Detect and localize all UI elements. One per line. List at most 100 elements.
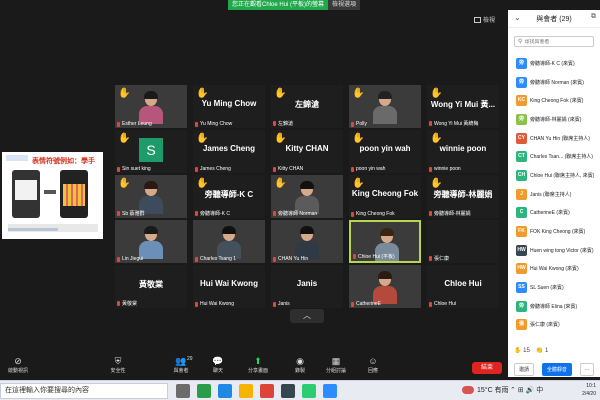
tile-label-text: Hui Wai Kwong xyxy=(200,301,234,307)
participant-row[interactable]: CY CHAN Yu Hin (聯席主持人) xyxy=(508,129,600,148)
participants-title: 與會者 (29) xyxy=(536,15,572,23)
participant-avatar: CH xyxy=(516,169,527,181)
participant-row[interactable]: CT Charles Tsan... (聯席主持人) xyxy=(508,147,600,166)
shared-screen-thumbnail[interactable]: 表情符號例如：學手 xyxy=(2,152,103,239)
tile-display-name: 旁聽導師-林麗娟 xyxy=(433,190,493,199)
participant-video-feed xyxy=(371,91,399,124)
collapse-chevron-icon[interactable]: ⌄ xyxy=(514,13,521,22)
weather-widget[interactable]: 15°C 有雨 xyxy=(462,385,509,395)
mic-muted-icon xyxy=(273,301,276,307)
reactions-button[interactable]: ☺ 回應 xyxy=(355,356,391,374)
tile-display-name: 左錦滄 xyxy=(295,100,319,109)
video-tile[interactable]: Kitty CHAN ✋ Kitty CHAN xyxy=(271,130,343,173)
video-tile[interactable]: S ✋ Sin suet king xyxy=(115,130,187,173)
view-options-button[interactable]: 檢視選項 xyxy=(328,0,361,10)
video-tile[interactable]: CatherineE xyxy=(349,265,421,308)
participant-search-input[interactable] xyxy=(524,38,593,45)
tile-label-text: Chloe Hui xyxy=(434,301,456,307)
line-icon[interactable] xyxy=(302,384,316,398)
wechat-icon[interactable] xyxy=(197,384,211,398)
mute-all-button[interactable]: 全體靜音 xyxy=(541,363,572,376)
participant-search[interactable]: ⚲ xyxy=(514,36,594,47)
video-tile[interactable]: Janis Janis xyxy=(271,265,343,308)
video-tile[interactable]: Charles Tsang 1 xyxy=(193,220,265,263)
video-tile[interactable]: Lin Jiegui xyxy=(115,220,187,263)
video-tile[interactable]: James Cheng ✋ James Cheng xyxy=(193,130,265,173)
chat-button[interactable]: 💬 聊天 xyxy=(200,356,236,374)
taskbar-clock[interactable]: 10:1 2/4/20 xyxy=(566,382,596,398)
participant-row[interactable]: KC King Cheong Fok (來賓) xyxy=(508,91,600,110)
share-screen-button[interactable]: ⬆ 分享畫面 xyxy=(240,356,276,374)
video-tile[interactable]: Wong Yi Mui 黃... ✋ Wong Yi Mui 黃綺梅 xyxy=(427,85,499,128)
gallery-page-nav[interactable]: ︿ xyxy=(290,309,324,323)
participant-row[interactable]: 旁旁聽導師 Norman (來賓) xyxy=(508,73,600,92)
video-tile[interactable]: 黃敬棠 黃敬棠 xyxy=(115,265,187,308)
edge-icon[interactable] xyxy=(218,384,232,398)
participant-row[interactable]: 張張仁康 (來賓) xyxy=(508,316,600,335)
participant-row[interactable]: HW Huen wing tong Victor (來賓) xyxy=(508,241,600,260)
video-tile[interactable]: Hui Wai Kwong Hui Wai Kwong xyxy=(193,265,265,308)
participant-row[interactable]: HW Hui Wai Kwong (來賓) xyxy=(508,260,600,279)
video-tile[interactable]: CHAN Yu Hin xyxy=(271,220,343,263)
video-tile[interactable]: Chloe Hui Chloe Hui xyxy=(427,265,499,308)
participant-row[interactable]: J Janis (聯席主持人) xyxy=(508,185,600,204)
video-tile[interactable]: 旁聽導師-林麗娟 ✋ 旁聽導師-林麗娟 xyxy=(427,175,499,218)
participant-row[interactable]: CH Chloe Hui (聯席主持人, 來賓) xyxy=(508,166,600,185)
tile-label-text: Yu Ming Chow xyxy=(200,121,233,127)
record-button[interactable]: ◉ 錄製 xyxy=(282,356,318,374)
participant-row[interactable]: 旁旁聽導師-林麗娟 (來賓) xyxy=(508,110,600,129)
chrome-icon[interactable] xyxy=(260,384,274,398)
taskbar-search[interactable]: 在這裡輸入你要搜尋的內容 xyxy=(0,383,168,399)
video-tile[interactable]: 左錦滄 ✋ 左錦滄 xyxy=(271,85,343,128)
screen-share-banner: 您正在觀看Chloe Hui (平板)的螢幕 檢視選項 xyxy=(228,0,374,10)
video-tile[interactable]: Chloe Hui (平板) xyxy=(349,220,421,263)
participant-row[interactable]: SS SL Suen (來賓) xyxy=(508,278,600,297)
mic-muted-icon xyxy=(195,256,198,262)
store-icon[interactable] xyxy=(281,384,295,398)
participant-avatar: J xyxy=(516,188,527,200)
breakout-button[interactable]: ▦ 分組討論 xyxy=(318,356,354,374)
view-button[interactable]: 檢視 xyxy=(474,15,495,24)
rain-cloud-icon xyxy=(462,386,474,394)
participant-row[interactable]: 旁旁聽導師 Elina (來賓) xyxy=(508,297,600,316)
tile-name-label: Chloe Hui (平板) xyxy=(353,253,417,260)
participants-button[interactable]: 👥 29 與會者 xyxy=(163,356,199,374)
video-tile[interactable]: ✋ Polly xyxy=(349,85,421,128)
file-explorer-icon[interactable] xyxy=(239,384,253,398)
invite-button[interactable]: 邀請 xyxy=(514,363,535,376)
video-tile[interactable]: ✋ 旁聽導師 Norman xyxy=(271,175,343,218)
video-tile[interactable]: Yu Ming Chow ✋ Yu Ming Chow xyxy=(193,85,265,128)
system-tray[interactable]: ⌃ ⊞ 🔊 中 xyxy=(510,385,543,395)
security-button[interactable]: ⛨ 安全性 xyxy=(100,356,136,374)
video-tile[interactable]: poon yin wah ✋ poon yin wah xyxy=(349,130,421,173)
participant-row[interactable]: FK FOK King Cheong (來賓) xyxy=(508,222,600,241)
end-meeting-button[interactable]: 結束 xyxy=(472,362,502,374)
tile-label-text: Lin Jiegui xyxy=(122,256,144,262)
video-button[interactable]: ⊘ 啟動視訊 xyxy=(0,356,36,374)
video-tile[interactable]: 旁聽導師-K C ✋ 旁聽導師-K C xyxy=(193,175,265,218)
more-button[interactable]: ... xyxy=(579,363,594,376)
tile-display-name: poon yin wah xyxy=(359,144,411,153)
participant-name: 旁聽導師 Norman (來賓) xyxy=(530,79,584,86)
participant-avatar: HW xyxy=(516,244,527,256)
tile-name-label: Esther Leung xyxy=(117,121,185,127)
tile-name-label: James Cheng xyxy=(195,166,263,172)
mic-muted-icon xyxy=(117,121,120,127)
participant-avatar: 旁 xyxy=(516,57,527,69)
video-tile[interactable]: 張仁康 xyxy=(427,220,499,263)
participant-avatar: 旁 xyxy=(516,113,527,125)
participant-row[interactable]: 旁旁聽導師-K C (來賓) xyxy=(508,54,600,73)
task-view-icon[interactable] xyxy=(176,384,190,398)
video-tile[interactable]: King Cheong Fok ✋ King Cheong Fok xyxy=(349,175,421,218)
zoom-app-icon[interactable] xyxy=(323,384,337,398)
video-tile[interactable]: ✋ Esther Leung xyxy=(115,85,187,128)
participant-video-feed xyxy=(137,91,165,124)
mic-muted-icon xyxy=(273,256,276,262)
video-tile[interactable]: ✋ Sb 蔡雅群 xyxy=(115,175,187,218)
video-tile[interactable]: winnie poon ✋ winnie poon xyxy=(427,130,499,173)
participant-video-feed xyxy=(293,226,321,259)
participant-row[interactable]: C CatherineE (來賓) xyxy=(508,204,600,223)
slide-title: 表情符號例如：學手 xyxy=(32,158,95,165)
popout-icon[interactable]: ⧉ xyxy=(591,13,596,21)
raised-hand-icon: ✋ xyxy=(430,88,443,99)
